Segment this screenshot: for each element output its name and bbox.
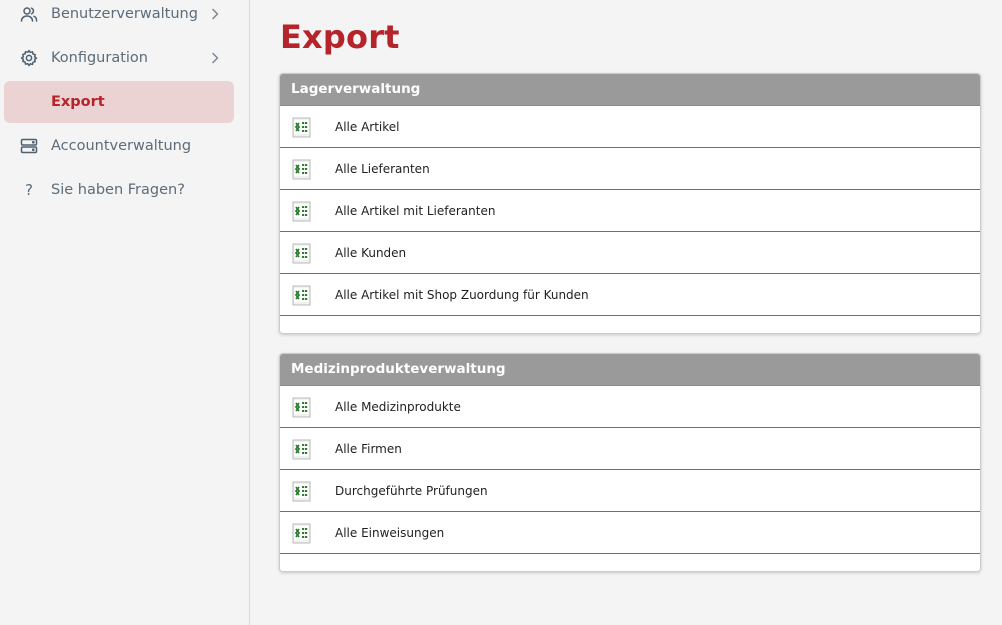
- excel-icon: [291, 116, 313, 138]
- sidebar-item-label: Konfiguration: [51, 50, 148, 66]
- sidebar-item-label: Accountverwaltung: [51, 138, 192, 154]
- export-row-alle-einweisungen[interactable]: Alle Einweisungen: [280, 512, 980, 554]
- app-root: Benutzerverwaltung Konfiguration Export …: [0, 0, 1002, 625]
- export-row-label: Alle Einweisungen: [335, 525, 445, 540]
- export-row-alle-artikel[interactable]: Alle Artikel: [280, 106, 980, 148]
- export-row-alle-artikel-mit-shop-zuordung[interactable]: Alle Artikel mit Shop Zuordung für Kunde…: [280, 274, 980, 316]
- export-row-label: Alle Lieferanten: [335, 161, 430, 176]
- chevron-right-icon: [208, 6, 222, 20]
- export-row-label: Alle Artikel mit Shop Zuordung für Kunde…: [335, 287, 589, 302]
- excel-icon: [291, 522, 313, 544]
- section-header: Lagerverwaltung: [280, 74, 980, 106]
- export-row-alle-lieferanten[interactable]: Alle Lieferanten: [280, 148, 980, 190]
- export-row-label: Alle Artikel: [335, 119, 400, 134]
- export-row-label: Alle Medizinprodukte: [335, 399, 461, 414]
- excel-icon: [291, 480, 313, 502]
- question-icon: ?: [25, 181, 33, 199]
- sidebar-item-konfiguration[interactable]: Konfiguration: [4, 37, 234, 79]
- export-row-alle-firmen[interactable]: Alle Firmen: [280, 428, 980, 470]
- excel-icon: [291, 438, 313, 460]
- export-row-alle-kunden[interactable]: Alle Kunden: [280, 232, 980, 274]
- sidebar: Benutzerverwaltung Konfiguration Export …: [0, 0, 250, 625]
- sidebar-item-label: Benutzerverwaltung: [51, 6, 198, 22]
- excel-icon: [291, 200, 313, 222]
- sidebar-item-label: Export: [51, 94, 105, 110]
- export-section-medizinprodukteverwaltung: Medizinprodukteverwaltung Alle Medizinpr…: [279, 353, 981, 572]
- export-row-durchgefuehrte-pruefungen[interactable]: Durchgeführte Prüfungen: [280, 470, 980, 512]
- excel-icon: [291, 284, 313, 306]
- sidebar-item-export[interactable]: Export: [4, 81, 234, 123]
- export-section-lagerverwaltung: Lagerverwaltung Alle Artikel Alle Liefer…: [279, 73, 981, 334]
- section-footer: [280, 554, 980, 571]
- excel-icon: [291, 242, 313, 264]
- sidebar-item-label: Sie haben Fragen?: [51, 182, 185, 198]
- export-row-alle-medizinprodukte[interactable]: Alle Medizinprodukte: [280, 386, 980, 428]
- export-row-label: Alle Firmen: [335, 441, 402, 456]
- server-icon: [20, 137, 38, 155]
- sidebar-item-accountverwaltung[interactable]: Accountverwaltung: [4, 125, 234, 167]
- export-row-alle-artikel-mit-lieferanten[interactable]: Alle Artikel mit Lieferanten: [280, 190, 980, 232]
- excel-icon: [291, 158, 313, 180]
- section-header: Medizinprodukteverwaltung: [280, 354, 980, 386]
- export-row-label: Alle Kunden: [335, 245, 407, 260]
- section-footer: [280, 316, 980, 333]
- export-row-label: Alle Artikel mit Lieferanten: [335, 203, 496, 218]
- page-title: Export: [280, 18, 400, 56]
- sidebar-item-fragen[interactable]: ? Sie haben Fragen?: [4, 169, 234, 211]
- gear-icon: [20, 49, 38, 67]
- sidebar-item-benutzerverwaltung[interactable]: Benutzerverwaltung: [4, 0, 234, 35]
- chevron-right-icon: [208, 50, 222, 64]
- users-icon: [20, 5, 38, 23]
- excel-icon: [291, 396, 313, 418]
- export-row-label: Durchgeführte Prüfungen: [335, 483, 488, 498]
